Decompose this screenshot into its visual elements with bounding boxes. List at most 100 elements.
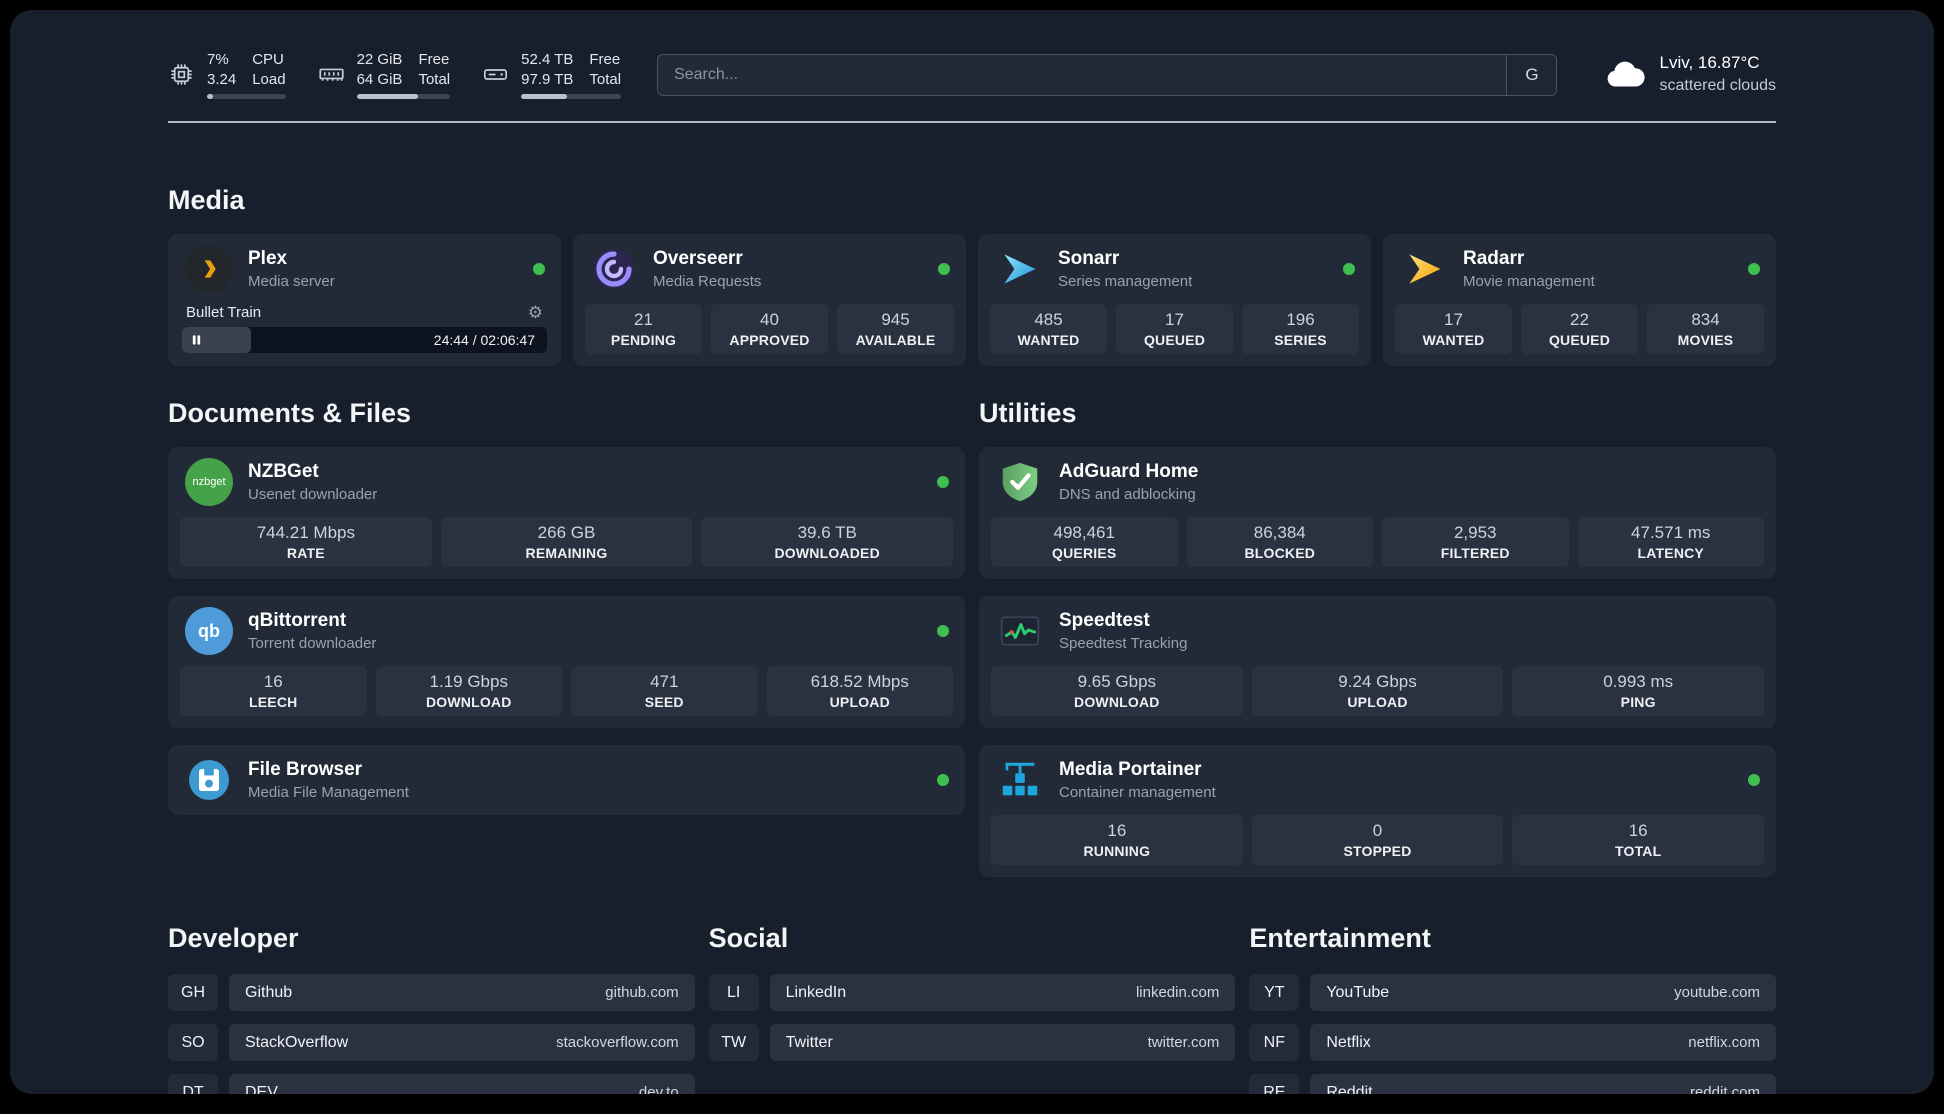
ram-label-2: Total [418, 70, 451, 88]
search-bar: G [657, 53, 1558, 96]
disk-free: 52.4 TB [521, 51, 574, 68]
bookmark-row: RE Reddit reddit.com [1249, 1074, 1776, 1094]
stats-row: 16 RUNNING 0 STOPPED 16 TOTAL [979, 813, 1776, 877]
service-card-overseerr[interactable]: Overseerr Media Requests 21 PENDING 40 A… [573, 234, 966, 366]
bookmark-reddit[interactable]: Reddit reddit.com [1310, 1074, 1776, 1094]
service-title: Radarr [1463, 247, 1525, 269]
twitter-icon: TW [708, 1024, 759, 1061]
service-subtitle: Series management [1058, 272, 1193, 290]
service-card-nzbget[interactable]: nzbget NZBGet Usenet downloader 744.21 M… [168, 447, 965, 579]
cpu-metric: 7% 3.24 CPU Load [168, 50, 286, 99]
stat-tile: 16 LEECH [180, 666, 367, 716]
cpu-label-2: Load [252, 70, 286, 88]
cloud-icon [1601, 52, 1647, 98]
topbar-divider [168, 121, 1776, 123]
bookmark-dev[interactable]: DEV dev.to [229, 1074, 695, 1094]
service-subtitle: Container management [1059, 783, 1216, 801]
entertainment-column: Entertainment YT YouTube youtube.com NF … [1249, 923, 1776, 1094]
service-card-portainer[interactable]: Media Portainer Container management 16 … [979, 745, 1776, 877]
ram-usage-bar [356, 94, 451, 99]
now-playing-widget: Bullet Train ⚙ 24:44 / 02:06:47 [168, 302, 561, 365]
stat-tile: 47.571 ms LATENCY [1577, 517, 1764, 567]
stats-row: 498,461 QUERIES 86,384 BLOCKED 2,953 FIL… [979, 515, 1776, 579]
bookmark-row: TW Twitter twitter.com [708, 1024, 1236, 1061]
nzbget-icon: nzbget [184, 457, 234, 507]
linkedin-icon: LI [708, 974, 759, 1011]
weather-location: Lviv, 16.87°C [1659, 53, 1760, 73]
bookmark-youtube[interactable]: YouTube youtube.com [1310, 974, 1776, 1011]
service-title: Sonarr [1058, 247, 1120, 269]
stat-tile: 0 STOPPED [1251, 815, 1504, 865]
ram-free: 22 GiB [356, 51, 403, 68]
section-title-social: Social [708, 923, 789, 953]
cpu-load: 3.24 [207, 70, 237, 88]
playback-progress-bar[interactable]: 24:44 / 02:06:47 [182, 327, 547, 353]
service-card-speedtest[interactable]: Speedtest Speedtest Tracking 9.65 Gbps D… [979, 596, 1776, 728]
status-dot [938, 263, 950, 275]
status-dot [1748, 774, 1760, 786]
service-card-plex[interactable]: Plex Media server Bullet Train ⚙ 24:44 /… [168, 234, 561, 366]
disk-usage-bar [521, 94, 622, 99]
section-title-entertainment: Entertainment [1249, 923, 1431, 953]
service-subtitle: Media Requests [653, 272, 762, 290]
service-title: Media Portainer [1059, 758, 1202, 780]
service-card-sonarr[interactable]: Sonarr Series management 485 WANTED 17 Q… [978, 234, 1371, 366]
sonarr-icon [994, 244, 1044, 294]
service-card-adguard[interactable]: AdGuard Home DNS and adblocking 498,461 … [979, 447, 1776, 579]
status-dot [1748, 263, 1760, 275]
bookmark-twitter[interactable]: Twitter twitter.com [769, 1024, 1236, 1061]
disk-icon [482, 61, 509, 88]
service-subtitle: Usenet downloader [248, 485, 378, 503]
stat-tile: 22 QUEUED [1521, 304, 1638, 354]
settings-gear-icon[interactable]: ⚙ [528, 304, 543, 321]
netflix-icon: NF [1249, 1024, 1300, 1061]
bookmark-row: LI LinkedIn linkedin.com [708, 974, 1236, 1011]
search-engine-button[interactable]: G [1506, 54, 1557, 95]
stat-tile: 86,384 BLOCKED [1186, 517, 1373, 567]
service-title: qBittorrent [248, 609, 347, 631]
stat-tile: 618.52 Mbps UPLOAD [766, 666, 953, 716]
github-icon: GH [168, 974, 218, 1011]
service-subtitle: Media server [248, 272, 335, 290]
bookmark-row: GH Github github.com [168, 974, 695, 1011]
utilities-column: Utilities AdGuard Home DNS and adblockin… [979, 366, 1776, 877]
service-card-qbittorrent[interactable]: qb qBittorrent Torrent downloader 16 LEE… [168, 596, 965, 728]
stat-tile: 196 SERIES [1242, 304, 1359, 354]
service-title: Overseerr [653, 247, 743, 269]
ram-icon [318, 61, 345, 88]
service-subtitle: DNS and adblocking [1059, 485, 1196, 503]
cpu-usage-fill [207, 94, 213, 99]
overseerr-icon [589, 244, 639, 294]
topbar: 7% 3.24 CPU Load 22 GiB 64 GiB Free Tota… [168, 10, 1776, 99]
bookmark-github[interactable]: Github github.com [229, 974, 695, 1011]
stat-tile: 0.993 ms PING [1512, 666, 1765, 716]
service-title: Plex [248, 247, 288, 269]
search-input[interactable] [657, 53, 1558, 96]
bookmark-linkedin[interactable]: LinkedIn linkedin.com [769, 974, 1236, 1011]
stat-tile: 498,461 QUERIES [991, 517, 1178, 567]
stats-row: 9.65 Gbps DOWNLOAD 9.24 Gbps UPLOAD 0.99… [979, 664, 1776, 728]
status-dot [937, 476, 949, 488]
reddit-icon: RE [1249, 1074, 1300, 1094]
documents-column: Documents & Files nzbget NZBGet Usenet d… [168, 366, 965, 877]
cpu-usage-bar [207, 94, 286, 99]
service-subtitle: Movie management [1463, 272, 1595, 290]
section-title-media: Media [168, 185, 245, 215]
cpu-icon [168, 61, 195, 88]
service-card-radarr[interactable]: Radarr Movie management 17 WANTED 22 QUE… [1383, 234, 1776, 366]
stats-row: 485 WANTED 17 QUEUED 196 SERIES [978, 302, 1371, 366]
dashboard-app: 7% 3.24 CPU Load 22 GiB 64 GiB Free Tota… [10, 10, 1934, 1094]
stats-row: 17 WANTED 22 QUEUED 834 MOVIES [1383, 302, 1776, 366]
disk-usage-fill [521, 94, 568, 99]
media-grid: Plex Media server Bullet Train ⚙ 24:44 /… [168, 234, 1776, 366]
bookmark-row: SO StackOverflow stackoverflow.com [168, 1024, 695, 1061]
stackoverflow-icon: SO [168, 1024, 218, 1061]
pause-icon [192, 335, 201, 345]
bookmark-netflix[interactable]: Netflix netflix.com [1310, 1024, 1776, 1061]
filebrowser-icon [184, 755, 234, 805]
bookmark-stackoverflow[interactable]: StackOverflow stackoverflow.com [229, 1024, 695, 1061]
ram-label-1: Free [418, 51, 450, 68]
weather-condition: scattered clouds [1659, 77, 1776, 95]
service-card-filebrowser[interactable]: File Browser Media File Management [168, 745, 965, 815]
stat-tile: 9.24 Gbps UPLOAD [1251, 666, 1504, 716]
